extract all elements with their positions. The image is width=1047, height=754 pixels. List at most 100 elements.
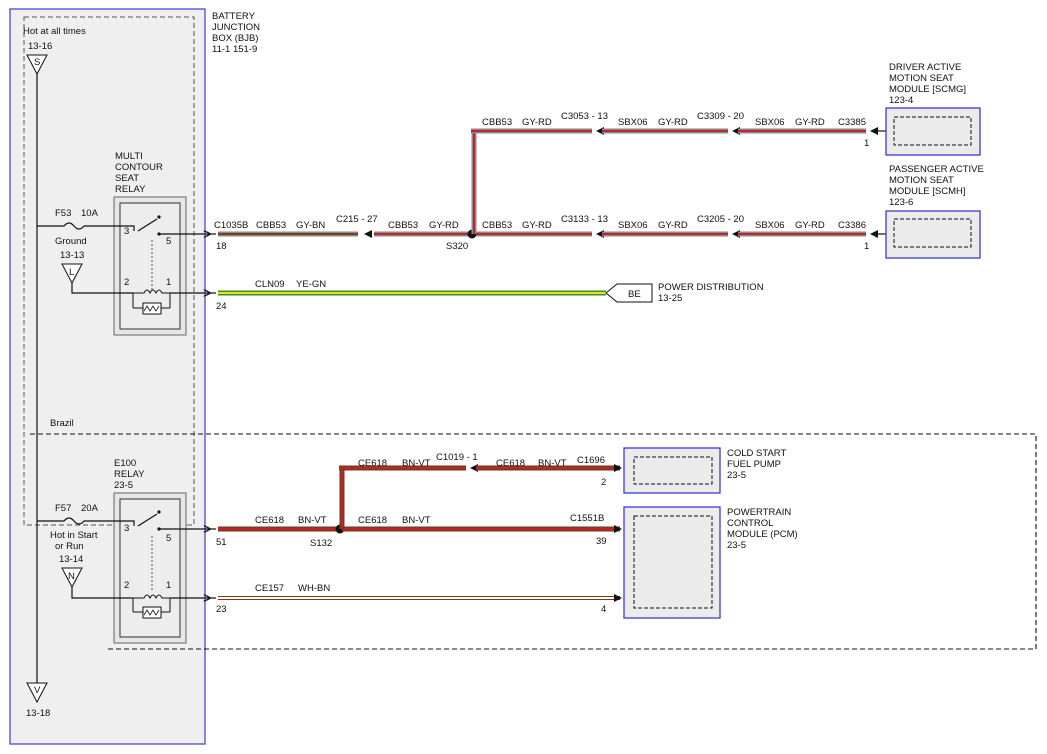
c3309-label: C3309 - 20 xyxy=(697,111,744,122)
top-seg-b-circuit: SBX06 xyxy=(618,117,648,128)
fuel-pump-ref: 23-5 xyxy=(727,470,746,481)
c215-label: C215 - 27 xyxy=(336,214,378,225)
bot-seg-b-color: GY-RD xyxy=(658,220,688,231)
relay2-body xyxy=(113,492,187,644)
relay1-pin-3: 3 xyxy=(124,226,129,237)
c3386-label: C3386 xyxy=(838,220,866,231)
c215-connector-icon xyxy=(364,230,372,238)
pcm-ref: 23-5 xyxy=(727,540,746,551)
seg1-circuit: CBB53 xyxy=(256,220,286,231)
driver-module-title-3: MODULE [SCMG] xyxy=(889,84,966,95)
c3386-pin: 1 xyxy=(864,241,869,252)
top-seg-c-color: GY-RD xyxy=(795,117,825,128)
top-seg-a-circuit: CBB53 xyxy=(482,117,512,128)
relay2-pin-1: 1 xyxy=(166,580,171,591)
relay1-pin-2: 2 xyxy=(124,277,129,288)
ce618-branch-up-color: BN-VT xyxy=(402,458,431,469)
svg-text:S: S xyxy=(34,57,40,68)
be-tag-icon: BE xyxy=(605,283,653,303)
ignition-ref: 13-14 xyxy=(59,554,83,565)
bot-seg-b-circuit: SBX06 xyxy=(618,220,648,231)
ce618-seg1-color: BN-VT xyxy=(298,515,327,526)
bjb-title-line-3: BOX (BJB) xyxy=(212,33,258,44)
ce157-circuit: CE157 xyxy=(255,583,284,594)
driver-module-title-1: DRIVER ACTIVE xyxy=(889,62,961,73)
bjb-title-line-2: JUNCTION xyxy=(212,22,260,33)
ce618-seg2-color: BN-VT xyxy=(402,515,431,526)
ignition-label-2: or Run xyxy=(55,541,84,552)
fuel-pump-title-2: FUEL PUMP xyxy=(727,459,781,470)
power-dist-dest: POWER DISTRIBUTION xyxy=(658,282,764,293)
relay2-title-1: E100 xyxy=(114,458,136,469)
pcm-pin-4: 4 xyxy=(601,604,606,615)
splice-s320-label: S320 xyxy=(446,241,468,252)
fuse-f57-rating: 20A xyxy=(81,503,99,514)
bjb-pin-18: 18 xyxy=(216,241,227,252)
c1019-label: C1019 - 1 xyxy=(436,452,478,463)
driver-module-title-2: MOTION SEAT xyxy=(889,73,954,84)
fuel-pump-title-1: COLD START xyxy=(727,448,786,459)
ground1-label: Ground xyxy=(55,236,87,247)
driver-module-ref: 123-4 xyxy=(889,95,913,106)
ce618-branch-circuit: CE618 xyxy=(496,458,525,469)
bjb-pin-24: 24 xyxy=(216,301,227,312)
pcm-title-1: POWERTRAIN xyxy=(727,507,791,518)
seg1-color: GY-BN xyxy=(296,220,325,231)
pump-pin-2: 2 xyxy=(601,477,606,488)
passenger-seat-module-box xyxy=(885,210,981,259)
pcm-title-2: CONTROL xyxy=(727,518,773,529)
pcm-pin4-connector-icon xyxy=(614,594,622,602)
top-seg-b-color: GY-RD xyxy=(658,117,688,128)
relay2-pin-2: 2 xyxy=(124,580,129,591)
bot-seg-c-color: GY-RD xyxy=(795,220,825,231)
relay1-pin-1: 1 xyxy=(166,277,171,288)
power-in-label: Hot at all times xyxy=(23,26,86,37)
relay1-body xyxy=(113,196,187,336)
relay2-title-2: RELAY xyxy=(114,469,145,480)
bot-seg-c-circuit: SBX06 xyxy=(755,220,785,231)
cln09-color: YE-GN xyxy=(296,279,326,290)
bot-seg-a-circuit: CBB53 xyxy=(482,220,512,231)
svg-text:BE: BE xyxy=(628,289,641,300)
ce618-seg1-circuit: CE618 xyxy=(255,515,284,526)
bjb-pin-23: 23 xyxy=(216,604,227,615)
splice-s132-label: S132 xyxy=(310,538,332,549)
passenger-module-title-3: MODULE [SCMH] xyxy=(889,186,966,197)
bjb-refs: 11-1 151-9 xyxy=(212,44,257,55)
c3385-label: C3385 xyxy=(838,117,866,128)
c1551b-connector-icon xyxy=(614,525,622,533)
passenger-module-ref: 123-6 xyxy=(889,197,913,208)
top-seg-c-circuit: SBX06 xyxy=(755,117,785,128)
c3385-pin: 1 xyxy=(864,138,869,149)
ground-out-ref: 13-18 xyxy=(26,708,50,719)
cln09-circuit: CLN09 xyxy=(255,279,285,290)
relay2-pin-3: 3 xyxy=(124,523,129,534)
c3133-label: C3133 - 13 xyxy=(561,214,608,225)
ce157-color: WH-BN xyxy=(298,583,330,594)
relay2-pin-5: 5 xyxy=(166,533,171,544)
bjb-connector-c1035b: C1035B xyxy=(214,220,248,231)
c1696-label: C1696 xyxy=(577,455,605,466)
svg-text:V: V xyxy=(34,685,41,696)
relay1-title-line-1: MULTI xyxy=(115,151,143,162)
fuse-f53-name: F53 xyxy=(55,208,71,219)
ce618-branch-color: BN-VT xyxy=(538,458,567,469)
fuse-f53-rating: 10A xyxy=(81,208,99,219)
passenger-module-title-1: PASSENGER ACTIVE xyxy=(889,164,984,175)
driver-seat-module-box xyxy=(885,107,981,156)
ce618-seg2-circuit: CE618 xyxy=(358,515,387,526)
ignition-label-1: Hot in Start xyxy=(50,530,98,541)
seg2-circuit: CBB53 xyxy=(388,220,418,231)
brazil-label: Brazil xyxy=(50,418,74,429)
bjb-title-line-1: BATTERY xyxy=(212,11,256,22)
cold-start-fuel-pump-box xyxy=(623,447,721,494)
seg2-color: GY-RD xyxy=(429,220,459,231)
c1551b-label: C1551B xyxy=(570,513,604,524)
svg-text:L: L xyxy=(69,267,74,278)
relay1-title-line-3: SEAT xyxy=(115,173,139,184)
power-in-ref: 13-16 xyxy=(28,41,52,52)
pcm-pin-39: 39 xyxy=(596,536,607,547)
bjb-pin-51: 51 xyxy=(216,537,227,548)
fuse-f57-name: F57 xyxy=(55,503,71,514)
relay1-pin-5: 5 xyxy=(166,236,171,247)
